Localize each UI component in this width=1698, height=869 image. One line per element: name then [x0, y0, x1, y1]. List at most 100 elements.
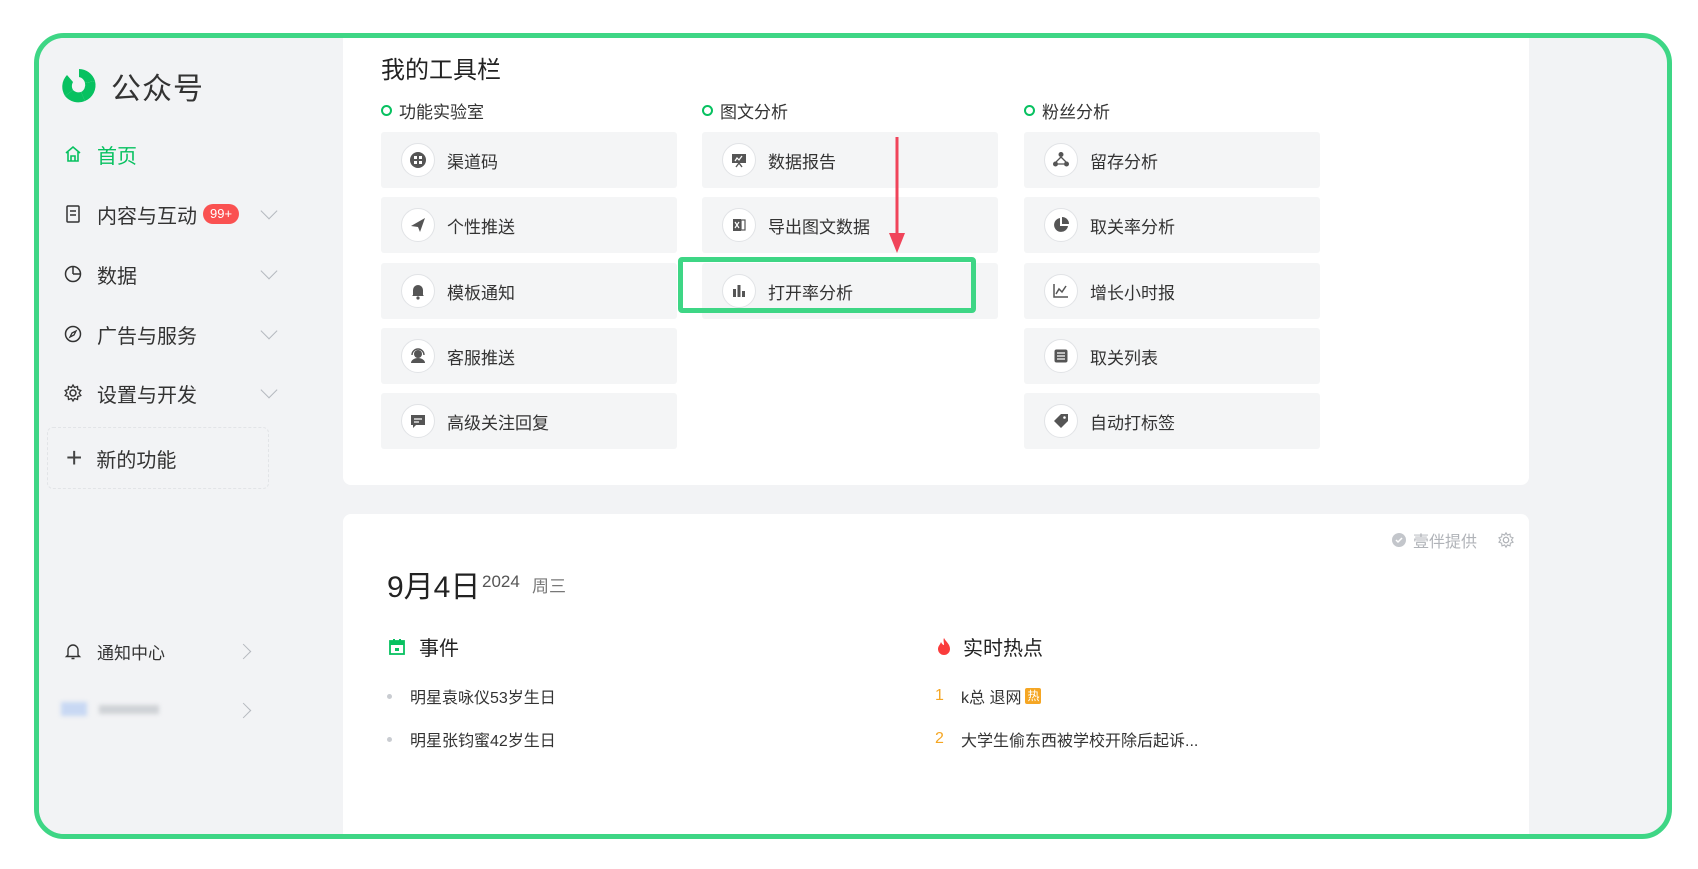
bell-icon [401, 274, 435, 308]
tool-label: 渠道码 [447, 152, 498, 172]
event-item[interactable]: 明星袁咏仪53岁生日 [387, 684, 556, 708]
circle-dot-icon [702, 105, 713, 116]
tool-retention-analysis[interactable]: 留存分析 [1024, 132, 1320, 188]
sidebar-item-label: 设置与开发 [97, 384, 197, 407]
sidebar-item-ads-services[interactable]: 广告与服务 [63, 314, 278, 354]
date-weekday: 周三 [532, 577, 566, 596]
chevron-down-icon [260, 202, 278, 220]
notification-center-label: 通知中心 [97, 643, 165, 663]
line-chart-icon [1044, 274, 1078, 308]
hot-topic-item[interactable]: 1 k总 退网 热 [935, 684, 1042, 708]
hot-topic-text: k总 退网 [961, 690, 1022, 707]
document-icon [63, 204, 83, 224]
check-shield-icon [1391, 533, 1406, 547]
tool-label: 留存分析 [1090, 152, 1158, 172]
panel-title: 我的工具栏 [381, 57, 501, 84]
qr-code-icon [401, 143, 435, 177]
tool-label: 取关率分析 [1090, 217, 1175, 237]
daily-calendar-panel: 壹伴提供 9月4日 2024 周三 事件 明星袁咏仪53岁生日 明星张钧蜜42岁… [343, 514, 1529, 834]
new-feature-button[interactable]: + 新的功能 [47, 427, 269, 489]
hot-topics-heading: 实时热点 [935, 632, 1043, 661]
column-heading-lab: 功能实验室 [381, 98, 484, 123]
chevron-right-icon [235, 702, 252, 719]
tool-auto-tagging[interactable]: 自动打标签 [1024, 393, 1320, 449]
tool-template-notification[interactable]: 模板通知 [381, 263, 677, 319]
provider-label: 壹伴提供 [1412, 534, 1477, 551]
new-feature-label: 新的功能 [96, 449, 177, 472]
user-account[interactable] [61, 696, 261, 726]
official-account-logo-icon [62, 69, 96, 103]
bullet-dot [387, 693, 392, 699]
app-logo[interactable]: 公众号 [59, 64, 204, 108]
sidebar-item-label: 首页 [97, 145, 137, 168]
hot-rank: 2 [935, 730, 944, 747]
sidebar-item-settings-dev[interactable]: 设置与开发 [63, 373, 278, 413]
presentation-icon [722, 143, 756, 177]
tool-unfollow-rate-analysis[interactable]: 取关率分析 [1024, 197, 1320, 253]
settings-gear-icon[interactable] [1497, 531, 1515, 549]
tool-export-article-data[interactable]: 导出图文数据 [702, 197, 998, 253]
sidebar-item-home[interactable]: 首页 [63, 134, 263, 174]
tool-growth-hourly-report[interactable]: 增长小时报 [1024, 263, 1320, 319]
tool-channel-code[interactable]: 渠道码 [381, 132, 677, 188]
down-arrow-annotation [889, 137, 905, 253]
chevron-down-icon [260, 322, 278, 340]
hot-topic-text: 大学生偷东西被学校开除后起诉... [961, 733, 1199, 750]
sidebar-item-label: 数据 [97, 265, 137, 288]
tool-personal-push[interactable]: 个性推送 [381, 197, 677, 253]
tool-label: 模板通知 [447, 283, 515, 303]
flame-icon [938, 637, 950, 655]
excel-icon [722, 208, 756, 242]
circle-dot-icon [1024, 105, 1035, 116]
unread-badge: 99+ [203, 204, 240, 224]
blurred-username [99, 705, 159, 714]
tool-customer-service-push[interactable]: 客服推送 [381, 328, 677, 384]
column-heading-article-analysis: 图文分析 [702, 98, 788, 123]
message-icon [401, 404, 435, 438]
plus-icon: + [66, 442, 83, 473]
event-item[interactable]: 明星张钧蜜42岁生日 [387, 727, 556, 751]
tag-icon [1044, 404, 1078, 438]
retention-icon [1044, 143, 1078, 177]
sidebar-item-label: 广告与服务 [97, 325, 197, 348]
sidebar: 公众号 首页 内容与互动 99+ 数据 广告与服务 设置与开发 + 新的功能 通… [39, 38, 369, 834]
app-title: 公众号 [111, 73, 204, 106]
hot-rank: 1 [935, 687, 944, 704]
tool-label: 导出图文数据 [768, 217, 870, 237]
home-icon [63, 144, 83, 164]
screenshot-frame: 公众号 首页 内容与互动 99+ 数据 广告与服务 设置与开发 + 新的功能 通… [34, 33, 1672, 839]
tool-label: 高级关注回复 [447, 413, 549, 433]
tool-label: 客服推送 [447, 348, 515, 368]
date-year: 2024 [482, 572, 520, 591]
tool-label: 增长小时报 [1090, 283, 1175, 303]
pie-chart-icon [63, 264, 83, 284]
date-display: 9月4日 [387, 571, 481, 604]
chevron-down-icon [260, 262, 278, 280]
tool-label: 取关列表 [1090, 348, 1158, 368]
circle-dot-icon [381, 105, 392, 116]
tool-data-report[interactable]: 数据报告 [702, 132, 998, 188]
tool-label: 自动打标签 [1090, 413, 1175, 433]
compass-icon [63, 324, 83, 344]
highlight-box-annotation [678, 257, 976, 313]
provider-info: 壹伴提供 [1391, 528, 1515, 552]
events-heading: 事件 [387, 632, 459, 661]
my-toolbar-panel: 我的工具栏 功能实验室 图文分析 粉丝分析 渠道码 个性推送 模板通知 客服推送… [343, 38, 1529, 485]
hot-tag-badge: 热 [1025, 688, 1042, 704]
gear-icon [63, 383, 83, 403]
sidebar-item-data[interactable]: 数据 [63, 254, 278, 294]
tool-label: 个性推送 [447, 217, 515, 237]
chevron-right-icon [235, 643, 252, 660]
tool-advanced-follow-reply[interactable]: 高级关注回复 [381, 393, 677, 449]
tool-label: 数据报告 [768, 152, 836, 172]
hot-topic-item[interactable]: 2 大学生偷东西被学校开除后起诉... [935, 727, 1198, 751]
tool-unfollow-list[interactable]: 取关列表 [1024, 328, 1320, 384]
sidebar-item-content[interactable]: 内容与互动 99+ [63, 194, 278, 234]
column-heading-fans-analysis: 粉丝分析 [1024, 98, 1110, 123]
bell-outline-icon [63, 641, 83, 661]
list-icon [1044, 339, 1078, 373]
sidebar-item-label: 内容与互动 [97, 205, 197, 228]
notification-center[interactable]: 通知中心 [63, 636, 263, 666]
pie-icon [1044, 208, 1078, 242]
calendar-icon [389, 638, 405, 655]
